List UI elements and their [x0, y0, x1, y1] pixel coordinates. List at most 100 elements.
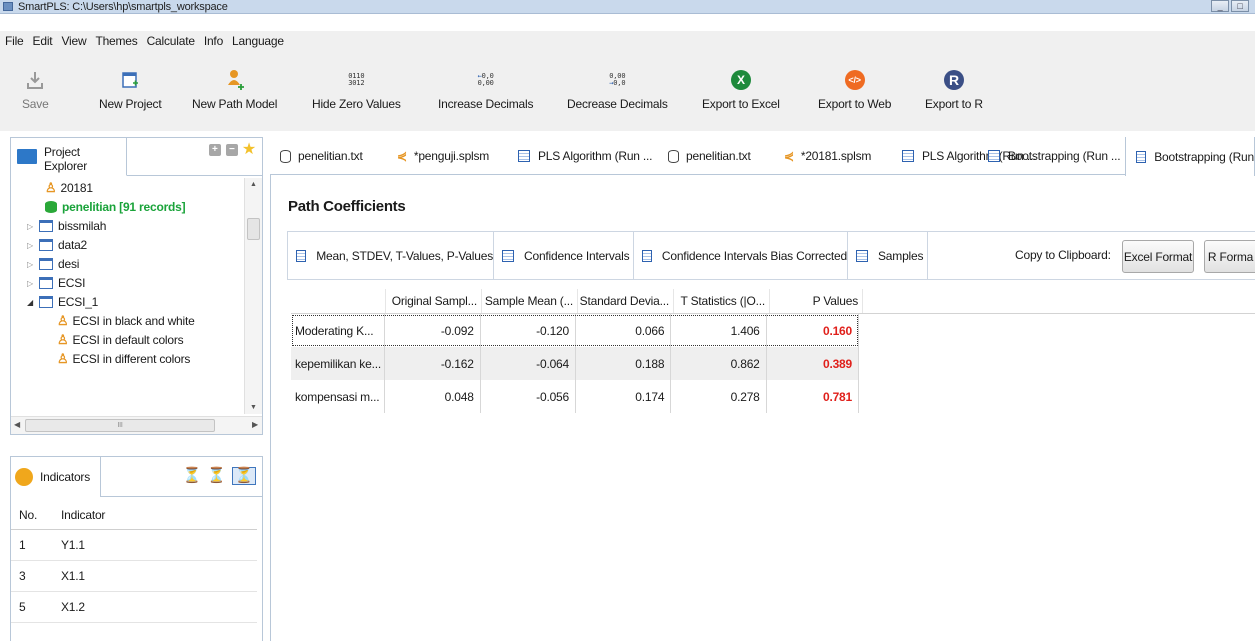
favorite-star-icon[interactable]: ★: [242, 142, 256, 158]
tab-penguji-splsm[interactable]: ⋞ *penguji.splsm: [397, 137, 489, 175]
scroll-thumb[interactable]: [247, 218, 260, 240]
menu-info[interactable]: Info: [204, 34, 223, 48]
tab-20181-splsm[interactable]: ⋞ *20181.splsm: [784, 137, 871, 175]
tree-item[interactable]: ♙ ECSI in black and white: [11, 311, 244, 330]
tree-item-data[interactable]: penelitian [91 records]: [11, 197, 244, 216]
tree-item[interactable]: ▷ desi: [11, 254, 244, 273]
collapse-all-icon[interactable]: −: [225, 144, 238, 156]
tab-confidence-intervals[interactable]: Confidence Intervals: [494, 232, 634, 279]
scroll-thumb[interactable]: III: [25, 419, 215, 432]
indicator-no: 3: [19, 569, 26, 583]
app-icon: [3, 2, 13, 11]
tree-item[interactable]: ♙ ECSI in default colors: [11, 330, 244, 349]
r-glyph: R: [943, 70, 964, 90]
indicators-tab[interactable]: Indicators: [11, 457, 101, 497]
tree-item[interactable]: ▷ ECSI: [11, 273, 244, 292]
menu-edit[interactable]: Edit: [33, 34, 53, 48]
hide-zero-values-button[interactable]: 0110 3012 Hide Zero Values: [312, 67, 401, 112]
table-row[interactable]: kompensasi m... 0.048 -0.056 0.174 0.278…: [291, 380, 859, 413]
project-folder-icon: [39, 238, 53, 251]
menu-language[interactable]: Language: [232, 34, 284, 48]
col-indicator[interactable]: Indicator: [57, 508, 257, 522]
expand-arrow-icon[interactable]: ▷: [27, 279, 33, 288]
stdev-value: 0.188: [575, 347, 670, 380]
new-project-label: New Project: [99, 97, 162, 111]
decrease-decimals-button[interactable]: 0,00 →0,0 Decrease Decimals: [567, 67, 668, 112]
scroll-left-icon[interactable]: ◀: [14, 420, 20, 429]
tree-vertical-scrollbar[interactable]: ▲ ▼: [244, 178, 262, 414]
expand-arrow-icon[interactable]: ▷: [27, 222, 33, 231]
editor-tabs: penelitian.txt ⋞ *penguji.splsm PLS Algo…: [270, 137, 1255, 176]
tab-bootstrapping[interactable]: Bootstrapping (Run ...: [988, 137, 1121, 175]
new-path-model-icon: [225, 67, 245, 93]
tree-item[interactable]: ◢ ECSI_1: [11, 292, 244, 311]
new-project-button[interactable]: New Project: [99, 67, 162, 111]
col-no[interactable]: No.: [11, 508, 57, 522]
indicators-icon: [15, 468, 33, 486]
new-path-model-button[interactable]: New Path Model: [192, 67, 277, 111]
tab-label: Bootstrapping (Run ...: [1008, 149, 1121, 163]
scroll-up-icon[interactable]: ▲: [250, 181, 257, 188]
tab-bootstrapping-active[interactable]: Bootstrapping (Run: [1125, 137, 1255, 176]
tree-item[interactable]: ♙ 20181: [11, 178, 244, 197]
project-folder-icon: [39, 276, 53, 289]
col-standard-deviation[interactable]: Standard Devia...: [577, 289, 673, 313]
table-row[interactable]: 5 X1.2: [11, 592, 257, 623]
menu-file[interactable]: File: [5, 34, 24, 48]
table-row[interactable]: Moderating K... -0.092 -0.120 0.066 1.40…: [291, 314, 859, 347]
tab-mean-stdev[interactable]: Mean, STDEV, T-Values, P-Values: [288, 232, 494, 279]
export-to-r-button[interactable]: R Export to R: [925, 67, 983, 111]
r-format-button[interactable]: R Forma: [1204, 240, 1255, 273]
table-row[interactable]: 3 X1.1: [11, 561, 257, 592]
indicator-name: X1.1: [61, 569, 85, 583]
maximize-icon[interactable]: □: [1231, 0, 1249, 12]
menu-view[interactable]: View: [61, 34, 86, 48]
excel-glyph: X: [730, 70, 751, 90]
expand-all-icon[interactable]: +: [208, 144, 221, 156]
export-to-web-button[interactable]: </> Export to Web: [818, 67, 891, 111]
col-original-sample[interactable]: Original Sampl...: [385, 289, 481, 313]
web-icon: </>: [844, 67, 865, 93]
menu-themes[interactable]: Themes: [95, 34, 137, 48]
tree-item[interactable]: ▷ bissmilah: [11, 216, 244, 235]
filter-active-icon[interactable]: ⏳: [231, 467, 256, 485]
tree-item[interactable]: ♙ ECSI in different colors: [11, 349, 244, 368]
tab-penelitian-txt[interactable]: penelitian.txt: [280, 137, 363, 175]
col-sample-mean[interactable]: Sample Mean (...: [481, 289, 577, 313]
export-r-label: Export to R: [925, 97, 983, 111]
project-explorer-tab[interactable]: Project Explorer: [11, 138, 127, 176]
excel-format-button[interactable]: Excel Format: [1122, 240, 1194, 273]
minimize-icon[interactable]: _: [1211, 0, 1229, 12]
tree-horizontal-scrollbar[interactable]: ◀ III ▶: [11, 416, 262, 434]
col-p-values[interactable]: P Values: [769, 289, 863, 313]
tab-samples[interactable]: Samples: [848, 232, 928, 279]
expand-arrow-icon[interactable]: ▷: [27, 241, 33, 250]
filter-icon[interactable]: ⏳: [207, 468, 226, 484]
scroll-right-icon[interactable]: ▶: [252, 420, 258, 429]
decrease-icon-bottom: 0,0: [613, 79, 626, 87]
scroll-down-icon[interactable]: ▼: [250, 404, 257, 411]
table-row[interactable]: 1 Y1.1: [11, 530, 257, 561]
save-button[interactable]: Save: [22, 67, 49, 111]
export-to-excel-button[interactable]: X Export to Excel: [702, 67, 780, 111]
tab-ci-bias-corrected[interactable]: Confidence Intervals Bias Corrected: [634, 232, 848, 279]
tab-label: *penguji.splsm: [413, 149, 490, 163]
increase-decimals-icon: ←0,0 0,00: [477, 72, 494, 87]
increase-decimals-button[interactable]: ←0,0 0,00 Increase Decimals: [438, 67, 534, 112]
tree-item[interactable]: ▷ data2: [11, 235, 244, 254]
table-row[interactable]: kepemilikan ke... -0.162 -0.064 0.188 0.…: [291, 347, 859, 380]
project-tree: ♙ 20181 penelitian [91 records] ▷ bissmi…: [11, 178, 244, 414]
indicator-no: 1: [19, 538, 26, 552]
tree-item-label: ECSI in different colors: [72, 351, 191, 366]
menu-calculate[interactable]: Calculate: [147, 34, 195, 48]
col-t-statistics[interactable]: T Statistics (|O...: [673, 289, 769, 313]
tab-pls-algorithm[interactable]: PLS Algorithm (Run ...: [518, 137, 653, 175]
tree-item-label: ECSI in default colors: [72, 332, 184, 347]
expand-arrow-icon[interactable]: ▷: [27, 260, 33, 269]
r-icon: R: [943, 67, 964, 93]
indicator-name: X1.2: [61, 600, 85, 614]
filter-icon[interactable]: ⏳: [183, 468, 202, 484]
project-folder-icon: [39, 219, 53, 232]
tab-penelitian-txt[interactable]: penelitian.txt: [668, 137, 751, 175]
collapse-arrow-icon[interactable]: ◢: [27, 298, 33, 307]
